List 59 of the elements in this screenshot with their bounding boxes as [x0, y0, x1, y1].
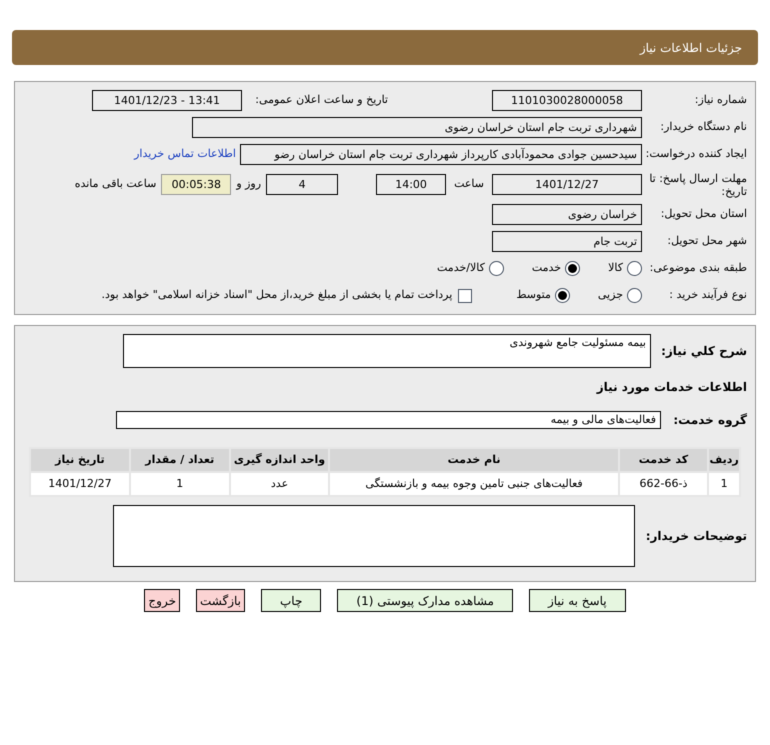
table-cell: 1401/12/27 [31, 473, 129, 495]
field-label: طبقه بندی موضوعی: [648, 260, 747, 276]
table-cell: فعالیت‌های جنبی تامین وجوه بیمه و بازنشستگی [330, 473, 618, 495]
column-header: واحد اندازه گیری [230, 449, 328, 471]
checkbox-label: پرداخت تمام یا بخشی از مبلغ خرید،از محل "اسناد خزانه اسلامی" خواهد بود. [102, 287, 452, 304]
requester-field: سیدحسین جوادی محمودآبادی کارپرداز شهرداری تربت جام استان خراسان رضو [240, 144, 642, 165]
table-cell: ذ-66-662 [620, 473, 708, 495]
province-field: خراسان رضوی [492, 204, 642, 225]
deadline-time-field: 14:00 [376, 174, 446, 195]
radio-label: متوسط [516, 287, 551, 304]
section-title: اطلاعات خدمات مورد نیاز [596, 379, 747, 396]
service-group-field: فعالیت‌های مالی و بیمه [116, 411, 661, 429]
buyer-org-field: شهرداری تربت جام استان خراسان رضوی [192, 117, 642, 138]
summary-field: بیمه مسئولیت جامع شهروندی [123, 334, 651, 368]
field-label: ساعت باقی مانده [74, 176, 158, 192]
field-label: ایجاد کننده درخواست: [646, 146, 747, 162]
table-cell: عدد [230, 473, 328, 495]
header-bar: جزئیات اطلاعات نیاز [12, 30, 758, 65]
action-button[interactable]: بازگشت [196, 589, 245, 612]
column-header: نام خدمت [330, 449, 618, 471]
radio-label: کالا/خدمت [437, 260, 485, 276]
table-cell: 1 [130, 473, 229, 495]
radio-label: کالا [608, 260, 623, 276]
column-header: تعداد / مقدار [130, 449, 229, 471]
column-header: ردیف [709, 449, 739, 471]
announce-date-field: 1401/12/23 - 13:41 [92, 90, 242, 111]
radio-button[interactable] [565, 261, 580, 276]
field-label: مهلت ارسال پاسخ: تا تاریخ: [648, 172, 747, 198]
field-label: روز و [234, 176, 262, 192]
column-header: تاریخ نیاز [31, 449, 129, 471]
field-label: نوع فرآیند خرید : [668, 287, 747, 304]
action-button[interactable]: چاپ [261, 589, 322, 612]
action-button[interactable]: خروج [144, 589, 180, 612]
radio-button[interactable] [488, 261, 504, 276]
field-label: شهر محل تحویل: [666, 233, 747, 250]
radio-label: خدمت [532, 260, 562, 276]
buyer-contact-link[interactable]: اطلاعات تماس خریدار [134, 146, 236, 163]
table-cell: 1 [709, 473, 739, 495]
remaining-time-field: 00:05:38 [161, 174, 232, 195]
column-header: کد خدمت [620, 449, 708, 471]
field-label: نام دستگاه خریدار: [659, 119, 747, 136]
field-label: استان محل تحویل: [660, 206, 747, 222]
city-field: تربت جام [492, 231, 642, 252]
need-number-field: 1101030028000058 [492, 90, 642, 111]
field-label: تاریخ و ساعت اعلان عمومی: [254, 92, 389, 108]
field-label: شرح کلي نياز: [660, 343, 747, 360]
radio-label: جزیی [598, 287, 623, 304]
field-label: توضیحات خریدار: [644, 528, 747, 545]
field-label: گروه خدمت: [672, 412, 747, 429]
field-label: شماره نیاز: [694, 92, 747, 108]
deadline-date-field: 1401/12/27 [492, 174, 642, 195]
radio-button[interactable] [627, 288, 642, 303]
action-button[interactable]: پاسخ به نیاز [528, 589, 626, 612]
action-button[interactable]: مشاهده مدارک پیوستی (1) [337, 589, 513, 612]
days-field: 4 [266, 174, 338, 195]
radio-button[interactable] [554, 288, 570, 303]
radio-button[interactable] [627, 261, 642, 276]
checkbox[interactable] [458, 288, 472, 302]
field-label: ساعت [453, 176, 485, 192]
